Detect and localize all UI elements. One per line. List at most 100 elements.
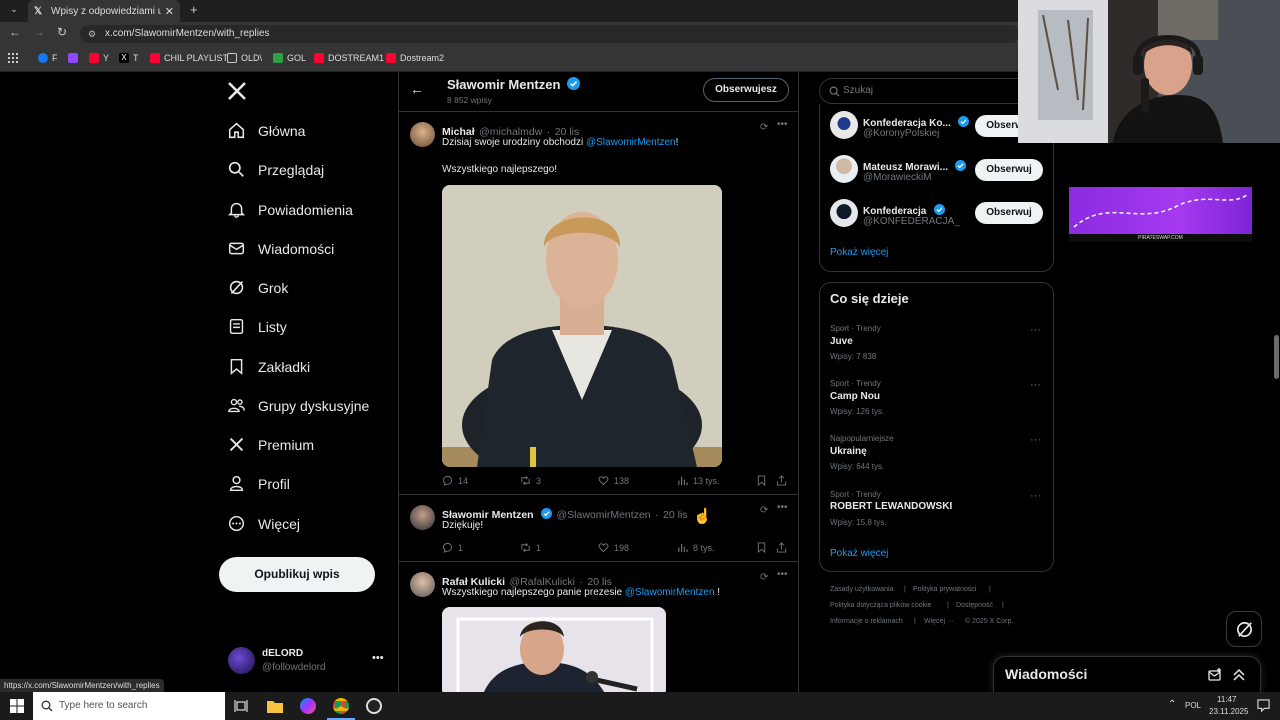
reply-action[interactable]: 14 [442,475,468,486]
obs-app-icon[interactable] [366,698,382,714]
grok-icon[interactable]: ⟳ [760,505,768,516]
follow-button[interactable]: Obserwuj [975,159,1043,181]
footer-link[interactable]: Więcej ··· [924,618,954,625]
grok-icon[interactable]: ⟳ [760,572,768,583]
more-icon[interactable]: ••• [777,502,788,513]
bookmark-gol[interactable]: GOL [273,53,306,63]
chrome-app-icon[interactable] [333,698,349,714]
clock-date[interactable]: 23.11.2025 [1209,707,1248,716]
tweet-text: Dziękuję! [442,520,484,531]
more-icon[interactable]: ··· [1030,379,1041,391]
page-scrollbar[interactable] [1274,335,1279,379]
show-more-link[interactable]: Pokaż więcej [830,548,888,559]
more-icon[interactable]: ••• [777,569,788,580]
reply-action[interactable]: 1 [442,542,463,553]
bookmark-dostream1[interactable]: DOSTREAM1 [314,53,384,63]
tweet[interactable]: Rafał Kulicki @RafalKulicki · 20 lis ⟳ •… [399,562,798,692]
x-logo-icon[interactable] [227,81,247,101]
mention-link[interactable]: @SlawomirMentzen [625,587,715,598]
footer-link[interactable]: Polityka dotycząca plików cookie [830,602,932,609]
search-icon [41,700,53,712]
bookmark-old[interactable]: OLD\ [227,53,262,63]
footer-link[interactable]: Polityka prywatności [913,586,976,593]
back-arrow-icon[interactable]: ← [410,81,424,97]
trend-name[interactable]: Juve [830,336,853,347]
messages-drawer[interactable]: Wiadomości [993,656,1261,692]
nav-explore[interactable]: Przeglądaj [228,161,324,178]
nav-home[interactable]: Główna [228,122,305,139]
bookmark-facebook[interactable]: F [38,53,58,63]
site-info-icon[interactable]: ⚙ [88,25,96,43]
views-action[interactable]: 13 tys. [677,475,720,486]
nav-messages[interactable]: Wiadomości [228,240,334,257]
windows-start-icon[interactable] [10,699,24,713]
nav-grok[interactable]: Grok [228,279,288,296]
repost-action[interactable]: 3 [520,475,541,486]
taskbar-search-input[interactable]: Type here to search [33,692,225,720]
nav-notifications[interactable]: Powiadomienia [228,201,353,218]
browser-tab-active[interactable]: 𝕏 Wpisy z odpowiedziami użytko ✕ [28,0,180,22]
reload-icon[interactable]: ↻ [57,25,67,39]
more-icon[interactable]: ··· [1030,490,1041,502]
expand-up-icon[interactable] [1232,668,1246,682]
ad-banner[interactable]: PIRATESWAP.COM [1069,187,1252,234]
like-action[interactable]: 138 [598,475,629,486]
nav-bookmarks[interactable]: Zakładki [228,358,310,375]
show-more-link[interactable]: Pokaż więcej [830,247,888,258]
tweet-date[interactable]: 20 lis [663,509,688,521]
account-switcher[interactable]: dELORD @followdelord ••• [228,647,388,677]
nav-communities[interactable]: Grupy dyskusyjne [228,397,369,414]
bookmark-twitch[interactable] [68,53,82,63]
grok-icon[interactable]: ⟳ [760,122,768,133]
grok-floating-button[interactable] [1226,611,1262,647]
share-action[interactable] [776,475,792,486]
footer-link[interactable]: Dostępność [956,602,993,609]
new-message-icon[interactable] [1208,668,1222,682]
trend-name[interactable]: Camp Nou [830,391,880,402]
trend-name[interactable]: ROBERT LEWANDOWSKI [830,501,952,512]
footer-link[interactable]: Zasady użytkowania [830,586,893,593]
messenger-app-icon[interactable] [300,698,316,714]
tray-chevron-icon[interactable]: ⌃ [1168,699,1176,710]
apps-grid-icon[interactable] [8,53,18,63]
bookmark-action[interactable] [756,542,772,553]
close-tab-icon[interactable]: ✕ [165,5,174,18]
notification-icon[interactable] [1257,699,1270,712]
like-action[interactable]: 198 [598,542,629,553]
clock-time[interactable]: 11:47 [1217,695,1236,704]
bookmark-chil-playlist[interactable]: CHIL PLAYLIST [150,53,228,63]
new-tab-button[interactable]: + [190,2,198,17]
bookmark-action[interactable] [756,475,772,486]
nav-more[interactable]: Więcej [228,515,300,532]
share-action[interactable] [776,542,792,553]
file-explorer-icon[interactable] [267,699,283,713]
tweet-photo[interactable] [442,607,666,692]
mention-link[interactable]: @SlawomirMentzen [586,137,676,148]
more-icon[interactable]: ••• [777,119,788,130]
tab-list-icon[interactable]: ⌄ [6,4,22,18]
follow-button[interactable]: Obserwuj [975,202,1043,224]
more-icon[interactable]: ··· [1030,324,1041,336]
nav-profile[interactable]: Profil [228,475,290,492]
task-view-icon[interactable] [234,699,248,713]
nav-lists[interactable]: Listy [228,318,287,335]
url-field[interactable]: ⚙ x.com/SlawomirMentzen/with_replies [80,25,1020,43]
back-icon[interactable]: ← [9,25,21,39]
trend-name[interactable]: Ukrainę [830,446,867,457]
post-button[interactable]: Opublikuj wpis [219,557,375,592]
more-icon[interactable]: ··· [1030,434,1041,446]
footer-link[interactable]: Informacje o reklamach [830,618,903,625]
following-button[interactable]: Obserwujesz [703,78,789,102]
nav-premium[interactable]: Premium [228,436,314,453]
more-icon[interactable]: ••• [372,652,384,664]
repost-action[interactable]: 1 [520,542,541,553]
tweet-photo[interactable] [442,185,722,467]
views-action[interactable]: 8 tys. [677,542,715,553]
bookmark-dostream2[interactable]: Dostream2 [386,53,444,63]
bookmark-youtube[interactable]: Y [89,53,109,63]
tweet[interactable]: Michał @michalmdw · 20 lis ⟳ ••• Dzisiaj… [399,112,798,495]
bookmark-x[interactable]: XT [119,53,139,63]
tweet[interactable]: Sławomir Mentzen @SlawomirMentzen · 20 l… [399,495,798,562]
language-indicator[interactable]: POL [1185,701,1201,710]
forward-icon[interactable]: → [33,25,45,39]
